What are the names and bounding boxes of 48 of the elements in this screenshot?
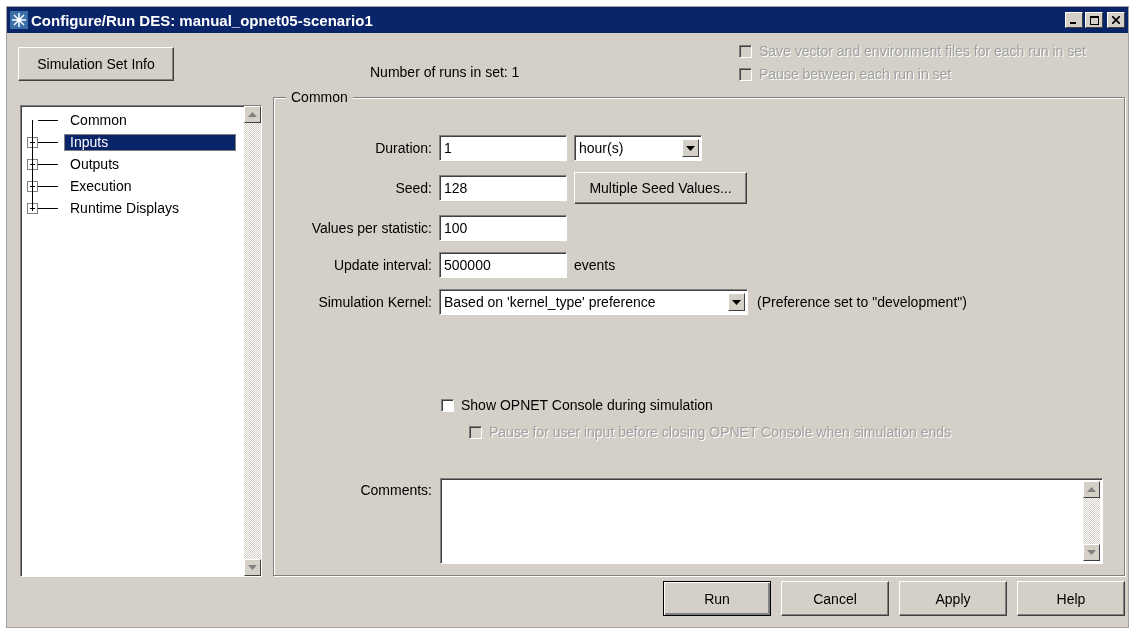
tree-item[interactable]: Inputs	[64, 133, 236, 151]
scroll-up-icon[interactable]	[248, 112, 257, 117]
expand-icon[interactable]	[27, 202, 38, 214]
dropdown-arrow-icon	[686, 145, 695, 151]
expand-icon[interactable]	[27, 136, 38, 148]
text-field[interactable]: 1	[439, 135, 567, 161]
expand-icon[interactable]	[27, 180, 38, 192]
simulation-set-info-button[interactable]: Simulation Set Info	[18, 47, 174, 81]
field-label: Duration:	[375, 140, 432, 156]
text-field[interactable]: 500000	[439, 252, 567, 278]
scroll-down-icon[interactable]	[1087, 550, 1096, 555]
dropdown[interactable]: Based on 'kernel_type' preference	[439, 289, 748, 315]
window-title: Configure/Run DES: manual_opnet05-scenario1	[31, 11, 374, 29]
dropdown[interactable]: hour(s)	[574, 135, 702, 161]
maximize-icon	[1089, 15, 1099, 25]
checkbox-label: Show OPNET Console during simulation	[461, 397, 713, 413]
tree-item[interactable]: Runtime Displays	[64, 199, 185, 217]
expand-icon[interactable]	[27, 158, 38, 170]
scroll-down-icon[interactable]	[248, 565, 257, 570]
tree-item[interactable]: Common	[64, 111, 133, 129]
dialog-button[interactable]: Cancel	[781, 581, 889, 616]
close-button[interactable]	[1107, 12, 1125, 28]
preference-note: (Preference set to "development")	[757, 294, 967, 310]
maximize-button[interactable]	[1085, 12, 1103, 28]
field-label: Update interval:	[333, 257, 432, 273]
minimize-button[interactable]	[1065, 12, 1083, 28]
dialog-button[interactable]: Help	[1017, 581, 1125, 616]
scrollbar[interactable]	[244, 106, 261, 576]
field-label: Seed:	[395, 180, 432, 196]
checkbox[interactable]	[441, 398, 454, 412]
field-label: Values per statistic:	[311, 220, 432, 236]
group-title: Common	[286, 89, 353, 105]
star-icon	[10, 11, 28, 29]
comments-field[interactable]	[440, 478, 1103, 564]
field-label: Simulation Kernel:	[318, 294, 432, 310]
tree-item[interactable]: Outputs	[64, 155, 126, 173]
text-field[interactable]: 128	[439, 175, 567, 201]
unit-label: events	[574, 257, 616, 273]
runs-count-label: Number of runs in set: 1	[370, 64, 521, 82]
tree-item[interactable]: Execution	[64, 177, 138, 195]
field-label: Comments:	[359, 482, 432, 500]
dialog-button[interactable]: Run	[663, 581, 771, 616]
dialog-button[interactable]: Apply	[899, 581, 1007, 616]
text-field[interactable]: 100	[439, 215, 567, 241]
close-icon	[1112, 16, 1120, 24]
dropdown-arrow-icon	[732, 299, 741, 305]
scroll-up-icon[interactable]	[1087, 487, 1096, 492]
multiple-seed-values-button[interactable]: Multiple Seed Values...	[574, 172, 747, 204]
